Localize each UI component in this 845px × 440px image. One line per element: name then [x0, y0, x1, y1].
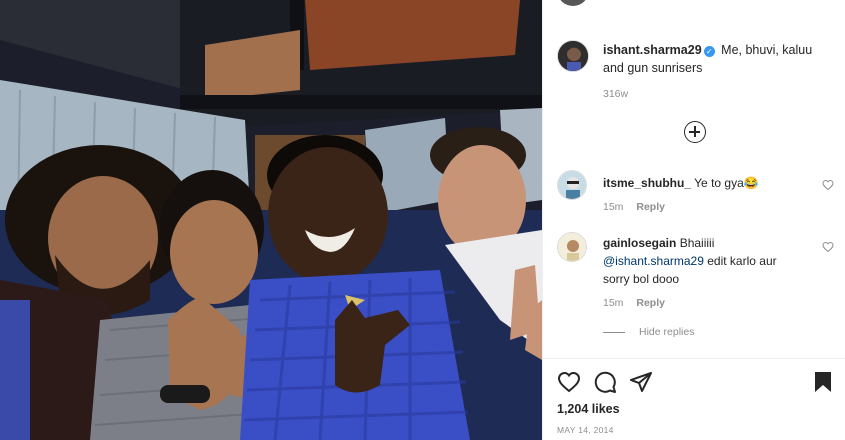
- comment-body: itsme_shubhu_ Ye to gya😂: [603, 174, 803, 192]
- comment-meta: 15m Reply: [603, 297, 675, 309]
- reply-button[interactable]: Reply: [636, 201, 665, 213]
- comment-time[interactable]: 15m: [603, 201, 623, 213]
- plus-circle-icon[interactable]: [684, 121, 706, 143]
- post-photo-image: [0, 0, 542, 440]
- comment-text: Ye to gya😂: [694, 176, 759, 190]
- hide-replies-divider: [603, 331, 625, 333]
- comment-time[interactable]: 15m: [603, 297, 623, 309]
- caption-time[interactable]: 316w: [603, 88, 628, 100]
- reply-button[interactable]: Reply: [636, 297, 665, 309]
- caption-text-block: ishant.sharma29 ✓ Me, bhuvi, kaluu and gu…: [603, 41, 833, 77]
- post-action-bar: [557, 370, 837, 396]
- heart-icon[interactable]: [557, 370, 581, 394]
- commenter-avatar-image: [558, 233, 586, 261]
- commenter-username[interactable]: gainlosegain: [603, 236, 676, 250]
- author-avatar-image: [558, 41, 588, 71]
- post-photo[interactable]: [0, 0, 542, 440]
- comment-text: Bhaiiiii: [679, 236, 715, 250]
- author-username[interactable]: ishant.sharma29: [603, 43, 702, 57]
- comment-icon[interactable]: [593, 370, 617, 394]
- hide-replies-button[interactable]: Hide replies: [603, 326, 694, 338]
- comment-body: gainlosegain Bhaiiiii @ishant.sharma29 e…: [603, 234, 803, 288]
- commenter-avatar[interactable]: [557, 170, 587, 200]
- share-icon[interactable]: [629, 370, 653, 394]
- likes-count[interactable]: 1,204 likes: [557, 402, 620, 416]
- mention-link[interactable]: @ishant.sharma29: [603, 254, 704, 268]
- actions-divider: [543, 358, 845, 359]
- comment-like-heart-icon[interactable]: [822, 179, 834, 191]
- author-avatar[interactable]: [557, 40, 589, 72]
- commenter-avatar-image: [558, 171, 586, 199]
- bookmark-icon[interactable]: [811, 370, 835, 394]
- header-avatar[interactable]: [557, 0, 589, 6]
- post-side-panel: ishant.sharma29 ✓ Me, bhuvi, kaluu and gu…: [542, 0, 845, 440]
- comment-like-heart-icon[interactable]: [822, 241, 834, 253]
- verified-badge-icon: ✓: [703, 46, 715, 57]
- commenter-avatar[interactable]: [557, 232, 587, 262]
- post-date: MAY 14, 2014: [557, 425, 614, 435]
- comment-meta: 15m Reply: [603, 201, 675, 213]
- hide-replies-label: Hide replies: [639, 326, 695, 338]
- commenter-username[interactable]: itsme_shubhu_: [603, 176, 691, 190]
